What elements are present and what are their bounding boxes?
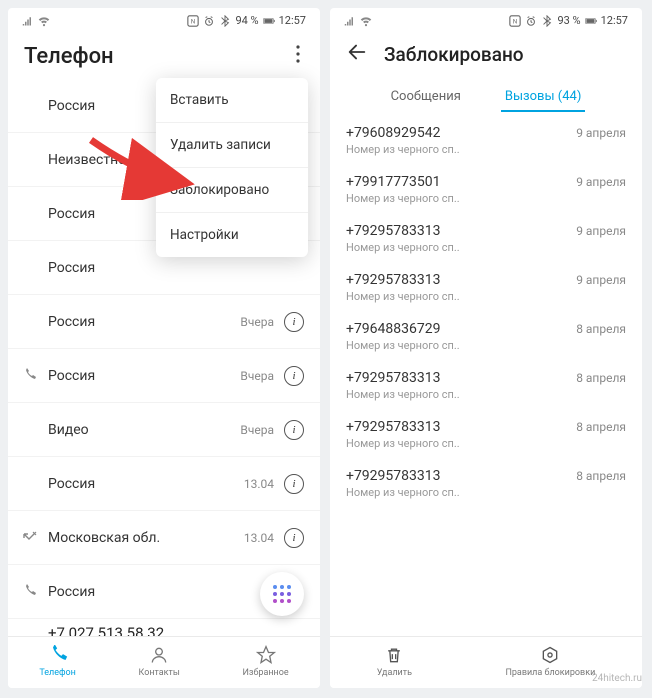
- alarm-icon: [203, 15, 215, 27]
- annotation-arrow: [86, 130, 196, 200]
- battery-text: 93 %: [557, 14, 580, 27]
- outgoing-call-icon: [22, 584, 38, 600]
- call-row[interactable]: ВидеоВчераi: [8, 403, 320, 457]
- star-icon: [256, 645, 276, 665]
- nav-phone[interactable]: Телефон: [39, 645, 76, 678]
- page-title: Заблокировано: [384, 43, 626, 66]
- menu-settings[interactable]: Настройки: [156, 213, 308, 257]
- blocked-row[interactable]: +792957833138 апреляНомер из черного сп.…: [330, 410, 642, 459]
- blocked-row[interactable]: +792957833139 апреляНомер из черного сп.…: [330, 263, 642, 312]
- call-row[interactable]: РоссияВчераi: [8, 349, 320, 403]
- info-icon[interactable]: i: [284, 312, 304, 332]
- phone-icon: [48, 645, 68, 665]
- phone-right: N 93 % 12:57 Заблокировано Сообщения Выз…: [330, 8, 642, 688]
- blocked-list: +796089295429 апреляНомер из черного сп.…: [330, 112, 642, 636]
- blocked-row[interactable]: +792957833139 апреляНомер из черного сп.…: [330, 214, 642, 263]
- bluetooth-icon: [219, 15, 231, 27]
- tabs: Сообщения Вызовы (44): [330, 75, 642, 112]
- nfc-icon: N: [187, 15, 199, 27]
- back-button[interactable]: [346, 41, 368, 67]
- battery-text: 94 %: [235, 14, 258, 27]
- signal-icon: [344, 15, 356, 27]
- blocked-row[interactable]: +799177735019 апреляНомер из черного сп.…: [330, 165, 642, 214]
- info-icon[interactable]: i: [284, 474, 304, 494]
- bottom-nav: Телефон Контакты Избранное: [8, 636, 320, 688]
- battery-icon: [263, 15, 275, 27]
- svg-text:N: N: [191, 18, 195, 25]
- info-icon[interactable]: i: [284, 420, 304, 440]
- status-bar: N 94 % 12:57: [8, 8, 320, 31]
- blocked-row[interactable]: +796488367298 апреляНомер из черного сп.…: [330, 312, 642, 361]
- nfc-icon: N: [509, 15, 521, 27]
- phone-left: N 94 % 12:57 Телефон Россия Неизвестно Р…: [8, 8, 320, 688]
- nav-delete[interactable]: Удалить: [377, 645, 412, 678]
- blocked-row[interactable]: +792957833138 апреляНомер из черного сп.…: [330, 361, 642, 410]
- dialpad-fab[interactable]: [260, 572, 304, 616]
- nav-contacts[interactable]: Контакты: [139, 645, 180, 678]
- header: Телефон: [8, 31, 320, 79]
- wifi-icon: [360, 15, 372, 27]
- battery-icon: [585, 15, 597, 27]
- time-text: 12:57: [279, 14, 306, 27]
- header: Заблокировано: [330, 31, 642, 75]
- bluetooth-icon: [541, 15, 553, 27]
- call-row[interactable]: Россия13.04i: [8, 457, 320, 511]
- arrow-left-icon: [346, 41, 368, 63]
- call-row[interactable]: РоссияВчераi: [8, 295, 320, 349]
- call-row[interactable]: Московская обл.13.04i: [8, 511, 320, 565]
- signal-icon: [22, 15, 34, 27]
- nav-favorites[interactable]: Избранное: [243, 645, 289, 678]
- info-icon[interactable]: i: [284, 366, 304, 386]
- menu-paste[interactable]: Вставить: [156, 78, 308, 123]
- outgoing-call-icon: [22, 368, 38, 384]
- more-vertical-icon: [296, 45, 300, 63]
- watermark: 24hitech.ru: [592, 673, 642, 684]
- trash-icon: [384, 645, 404, 665]
- tab-calls[interactable]: Вызовы (44): [501, 83, 586, 112]
- alarm-icon: [525, 15, 537, 27]
- svg-text:N: N: [513, 18, 517, 25]
- call-row[interactable]: +7 027 513 58 32: [8, 619, 320, 636]
- blocked-row[interactable]: +792957833138 апреляНомер из черного сп.…: [330, 459, 642, 508]
- status-bar: N 93 % 12:57: [330, 8, 642, 31]
- page-title: Телефон: [24, 44, 292, 69]
- time-text: 12:57: [601, 14, 628, 27]
- nav-rules[interactable]: Правила блокировки: [505, 645, 595, 678]
- wifi-icon: [38, 15, 50, 27]
- tab-messages[interactable]: Сообщения: [387, 83, 465, 112]
- dialpad-icon: [273, 585, 291, 603]
- blocked-row[interactable]: +796089295429 апреляНомер из черного сп.…: [330, 116, 642, 165]
- gear-hexagon-icon: [540, 645, 560, 665]
- more-button[interactable]: [292, 41, 304, 71]
- contacts-icon: [149, 645, 169, 665]
- missed-call-icon: [22, 530, 38, 546]
- info-icon[interactable]: i: [284, 528, 304, 548]
